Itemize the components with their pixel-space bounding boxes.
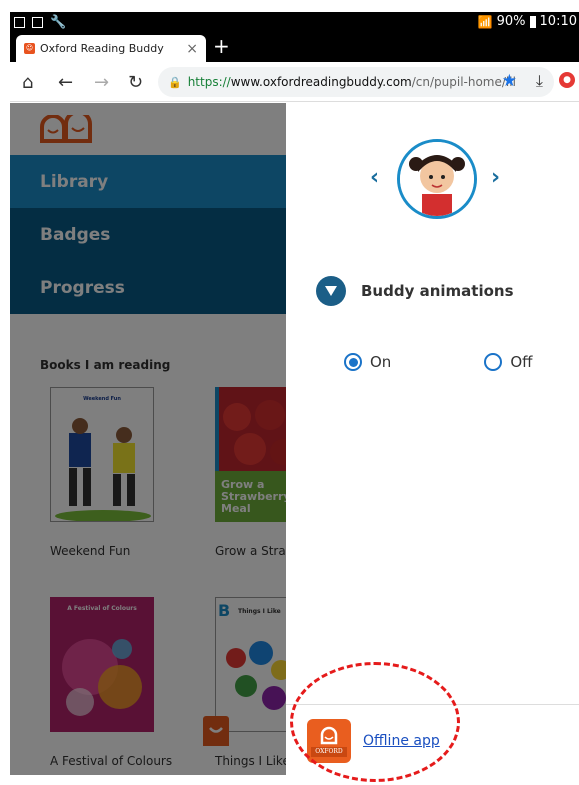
url-scheme: https:// [187, 75, 231, 89]
radio-off-label: Off [510, 353, 533, 371]
radio-on[interactable] [344, 353, 362, 371]
bookmark-star-icon[interactable]: ★ [502, 71, 517, 91]
animation-radio-group: On Off [344, 353, 532, 371]
dim-overlay[interactable] [10, 103, 286, 775]
buddy-avatar [397, 139, 477, 219]
next-buddy-button[interactable]: › [491, 165, 500, 190]
download-icon[interactable]: ⤓ [536, 71, 543, 91]
collapse-icon[interactable] [316, 276, 346, 306]
browser-tab[interactable]: ☺ Oxford Reading Buddy × [16, 35, 206, 62]
url-bar[interactable]: 🔒 https:// www.oxfordreadingbuddy.com /c… [158, 67, 554, 97]
forward-button[interactable]: → [94, 72, 109, 93]
buddy-girl-illustration [400, 142, 474, 216]
radio-off[interactable] [484, 353, 503, 371]
tab-strip: ☺ Oxford Reading Buddy × + [10, 32, 579, 62]
url-path: /cn/pupil-home/lil [411, 75, 516, 89]
wifi-icon: 📶 [477, 14, 493, 29]
web-page: Library Badges Progress Books I am readi… [10, 103, 579, 785]
new-tab-button[interactable]: + [213, 34, 230, 58]
buddy-animations-label: Buddy animations [361, 282, 514, 300]
favicon-icon: ☺ [24, 43, 35, 54]
extension-icon[interactable]: ● [559, 72, 575, 88]
highlight-annotation [290, 662, 460, 782]
wrench-icon: 🔧 [50, 15, 67, 30]
battery-level: 90% [496, 14, 526, 29]
clock: 10:10 [539, 14, 577, 29]
battery-icon [529, 15, 536, 28]
browser-toolbar: ⌂ ← → ↻ 🔒 https:// www.oxfordreadingbudd… [10, 62, 579, 102]
status-bar: 🔧 📶 90% 10:10 [10, 12, 579, 32]
close-tab-icon[interactable]: × [186, 41, 198, 57]
tab-title: Oxford Reading Buddy [40, 42, 164, 55]
buddy-animations-toggle[interactable]: Buddy animations [316, 276, 514, 306]
calendar-icon [32, 17, 43, 28]
radio-on-label: On [370, 353, 392, 371]
back-button[interactable]: ← [58, 72, 73, 93]
prev-buddy-button[interactable]: ‹ [370, 165, 379, 190]
url-host: www.oxfordreadingbuddy.com [230, 75, 412, 89]
reload-button[interactable]: ↻ [128, 72, 143, 93]
home-button[interactable]: ⌂ [22, 72, 33, 93]
screenshot-icon [14, 17, 25, 28]
lock-icon: 🔒 [168, 75, 182, 89]
